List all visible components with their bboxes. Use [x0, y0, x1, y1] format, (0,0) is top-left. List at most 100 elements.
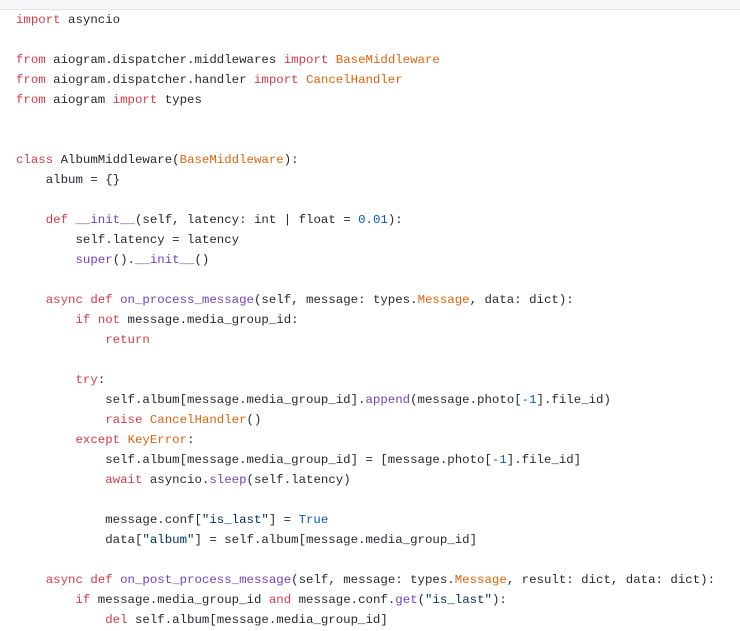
- code-token: (): [246, 413, 262, 427]
- code-token: aiogram.dispatcher.handler: [45, 73, 254, 87]
- code-token: Message: [417, 293, 470, 307]
- code-line: try:: [16, 370, 715, 390]
- code-token: (: [417, 593, 426, 607]
- code-token: "is_last": [201, 513, 269, 527]
- code-line: return: [16, 330, 715, 350]
- code-token: on_post_process_message: [120, 573, 292, 587]
- code-token: album = {}: [16, 173, 121, 187]
- code-token: self.album[message.media_group_id].: [16, 393, 366, 407]
- code-token: (): [194, 253, 210, 267]
- code-token: (message.photo[: [410, 393, 522, 407]
- code-token: and: [268, 593, 292, 607]
- code-line: await asyncio.sleep(self.latency): [16, 470, 715, 490]
- code-token: if: [75, 313, 91, 327]
- code-token: try: [75, 373, 98, 387]
- code-token: ] = self.album[message.media_group_id]: [194, 533, 478, 547]
- code-token: not: [97, 313, 121, 327]
- code-line: super().__init__(): [16, 250, 715, 270]
- code-token: import: [112, 93, 158, 107]
- code-token: ].file_id): [536, 393, 611, 407]
- code-token: except: [75, 433, 121, 447]
- code-token: -1: [491, 453, 507, 467]
- code-token: sleep: [209, 473, 247, 487]
- code-line: if not message.media_group_id:: [16, 310, 715, 330]
- code-token: del: [105, 613, 128, 627]
- code-line: del self.album[message.media_group_id]: [16, 610, 715, 630]
- code-token: True: [298, 513, 329, 527]
- code-line: class AlbumMiddleware(BaseMiddleware):: [16, 150, 715, 170]
- code-token: async: [45, 293, 83, 307]
- code-line: from aiogram.dispatcher.middlewares impo…: [16, 50, 715, 70]
- code-token: import: [16, 13, 61, 27]
- code-line: from aiogram.dispatcher.handler import C…: [16, 70, 715, 90]
- code-token: await: [105, 473, 143, 487]
- code-token: ):: [491, 593, 507, 607]
- code-token: ):: [387, 213, 403, 227]
- code-token: AlbumMiddleware(: [53, 153, 180, 167]
- code-token: raise: [105, 413, 143, 427]
- code-line: from aiogram import types: [16, 90, 715, 110]
- code-token: aiogram: [45, 93, 113, 107]
- code-token: from: [16, 73, 46, 87]
- code-token: if: [75, 593, 91, 607]
- code-token: message.conf.: [291, 593, 396, 607]
- code-token: KeyError: [127, 433, 188, 447]
- code-viewer: import asyncio from aiogram.dispatcher.m…: [0, 0, 740, 631]
- code-token: super: [75, 253, 113, 267]
- code-token: , data: dict):: [469, 293, 574, 307]
- code-block[interactable]: import asyncio from aiogram.dispatcher.m…: [16, 10, 715, 630]
- code-token: self.latency = latency: [16, 233, 240, 247]
- code-token: get: [395, 593, 418, 607]
- code-token: (self, latency: int | float =: [135, 213, 359, 227]
- code-token: message.conf[: [16, 513, 202, 527]
- code-token: (self, message: types.: [253, 293, 418, 307]
- code-block-header-border: [0, 0, 740, 10]
- code-token: def: [90, 293, 113, 307]
- code-token: aiogram.dispatcher.middlewares: [45, 53, 284, 67]
- code-token: async: [45, 573, 83, 587]
- code-line: message.conf["is_last"] = True: [16, 510, 715, 530]
- code-line: self.latency = latency: [16, 230, 715, 250]
- code-token: self.album[message.media_group_id]: [127, 613, 388, 627]
- code-token: from: [16, 93, 46, 107]
- code-token: def: [90, 573, 113, 587]
- code-line: album = {}: [16, 170, 715, 190]
- code-token: , result: dict, data: dict):: [506, 573, 716, 587]
- code-token: ] =: [268, 513, 299, 527]
- code-token: "album": [142, 533, 195, 547]
- code-token: ):: [283, 153, 299, 167]
- code-token: :: [187, 433, 195, 447]
- code-token: from: [16, 53, 46, 67]
- code-token: def: [45, 213, 69, 227]
- code-token: CancelHandler: [149, 413, 247, 427]
- code-line: self.album[message.media_group_id] = [me…: [16, 450, 715, 470]
- code-line: async def on_process_message(self, messa…: [16, 290, 715, 310]
- code-token: __init__: [75, 213, 136, 227]
- code-token: BaseMiddleware: [179, 153, 284, 167]
- code-line: raise CancelHandler(): [16, 410, 715, 430]
- code-token: import: [253, 73, 299, 87]
- code-token: asyncio.: [142, 473, 210, 487]
- code-token: 0.01: [358, 213, 388, 227]
